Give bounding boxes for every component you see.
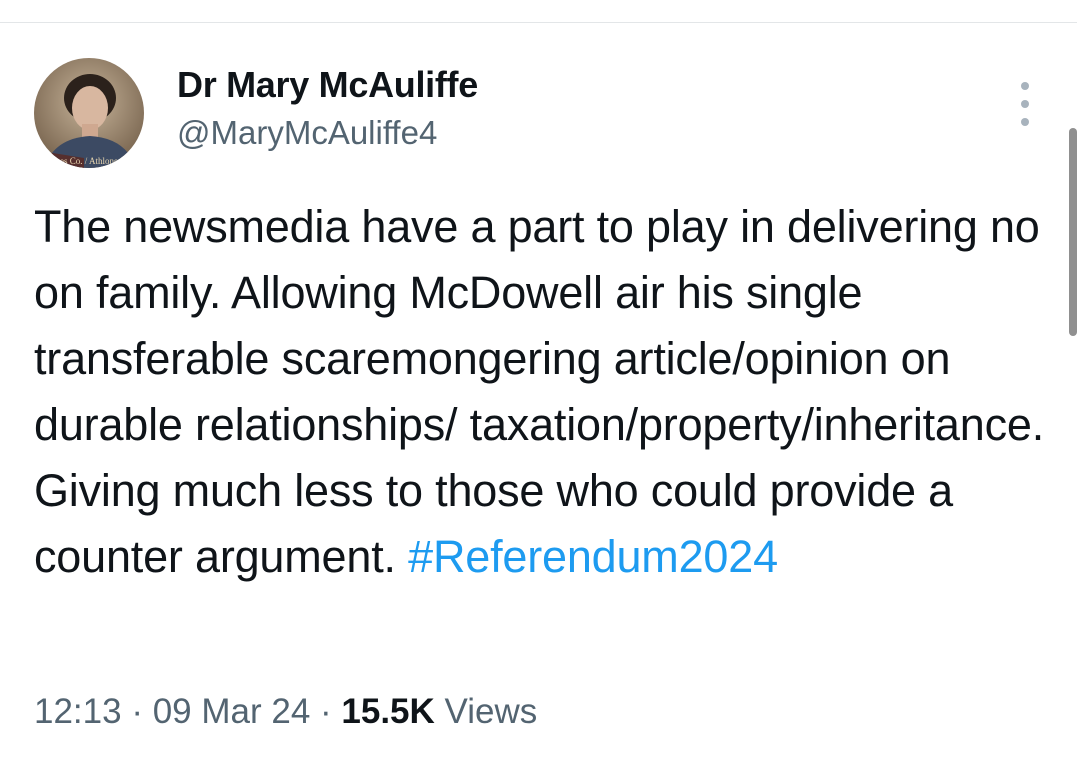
meta-separator: · (310, 692, 342, 731)
views-label: Views (434, 692, 538, 731)
more-options-button[interactable] (1008, 82, 1042, 126)
more-vertical-icon (1021, 82, 1029, 90)
hashtag-link[interactable]: #Referendum2024 (408, 531, 778, 582)
avatar-portrait: Dunnes Co. / Athlone (34, 58, 144, 168)
tweet-date[interactable]: 09 Mar 24 (153, 692, 311, 731)
author-display-name[interactable]: Dr Mary McAuliffe (177, 64, 478, 106)
avatar-caption: Dunnes Co. / Athlone (40, 156, 118, 166)
scrollbar-thumb[interactable] (1069, 128, 1077, 336)
views-count[interactable]: 15.5K (341, 692, 434, 731)
more-vertical-icon-dot (1021, 118, 1029, 126)
tweet-meta: 12:13 · 09 Mar 24 · 15.5K Views (34, 692, 537, 732)
avatar[interactable]: Dunnes Co. / Athlone (34, 58, 144, 168)
more-vertical-icon-dot (1021, 100, 1029, 108)
tweet-body: The newsmedia have a part to play in del… (34, 201, 1057, 582)
meta-separator: · (121, 692, 153, 731)
author-handle[interactable]: @MaryMcAuliffe4 (177, 114, 437, 152)
tweet-text: The newsmedia have a part to play in del… (34, 194, 1044, 590)
tweet-time[interactable]: 12:13 (34, 692, 122, 731)
top-divider (0, 22, 1077, 23)
